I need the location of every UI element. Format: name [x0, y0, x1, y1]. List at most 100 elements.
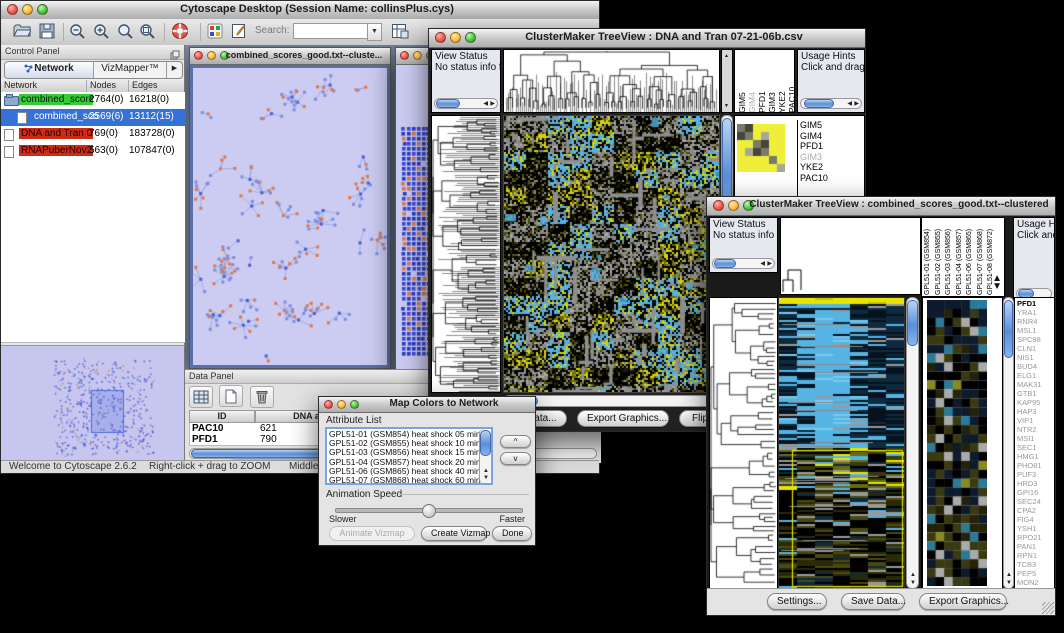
gene-label[interactable]: NTR2: [1017, 425, 1042, 434]
gene-label[interactable]: HMG1: [1017, 452, 1042, 461]
network-row[interactable]: DNA and Tran 07769(0)183728(0): [1, 126, 185, 143]
gene-label[interactable]: MSL1: [1017, 326, 1042, 335]
gene-label[interactable]: VIP1: [1017, 416, 1042, 425]
network-graph-canvas[interactable]: [193, 68, 387, 365]
heatmap-vscrollbar[interactable]: ▲▼: [906, 297, 919, 589]
gene-label[interactable]: GIM5: [800, 120, 865, 131]
network-row[interactable]: RNAPuberNov2+563(0)107847(0): [1, 143, 185, 160]
heatmap[interactable]: [503, 115, 720, 393]
gene-label[interactable]: PFD1: [1017, 299, 1042, 308]
gene-label[interactable]: PFD1: [800, 141, 865, 152]
gene-label[interactable]: YSH1: [1017, 524, 1042, 533]
zoom-button[interactable]: [350, 400, 359, 409]
gene-label[interactable]: ELG1: [1017, 371, 1042, 380]
gene-label[interactable]: PAC10: [800, 173, 865, 184]
gene-label[interactable]: PHO81: [1017, 461, 1042, 470]
tab-more[interactable]: ▶: [167, 62, 182, 78]
settings-button[interactable]: Settings...: [767, 593, 827, 610]
column-dendrogram[interactable]: [503, 49, 720, 113]
gene-label[interactable]: PUF3: [1017, 470, 1042, 479]
zoom-out-icon[interactable]: [69, 23, 86, 45]
gene-label[interactable]: BUD4: [1017, 362, 1042, 371]
gene-label[interactable]: SEC1: [1017, 443, 1042, 452]
create-vizmap-button[interactable]: Create Vizmap: [421, 526, 487, 541]
gene-label[interactable]: GTB1: [1017, 389, 1042, 398]
done-button[interactable]: Done: [492, 526, 532, 541]
tab-network[interactable]: Network: [5, 62, 94, 78]
animate-vizmap-button[interactable]: Animate Vizmap: [329, 526, 415, 541]
gene-list-scrollbar[interactable]: ▲▼: [1003, 297, 1014, 589]
close-button[interactable]: [194, 51, 203, 60]
column-dendrogram[interactable]: [780, 217, 921, 295]
attribute-listbox[interactable]: GPL51-01 (GSM854) heat shock 05 minGPL51…: [325, 427, 493, 485]
gene-label[interactable]: MON2: [1017, 578, 1042, 587]
usage-hints-scrollbar[interactable]: ◀▶: [800, 98, 862, 109]
view-status-scrollbar[interactable]: ◀▶: [712, 258, 775, 269]
minimize-button[interactable]: [413, 51, 422, 60]
search-input[interactable]: [293, 23, 371, 39]
gene-label[interactable]: YKE2: [800, 162, 865, 173]
gene-label[interactable]: MSI1: [1017, 434, 1042, 443]
zoom-fit-icon[interactable]: [117, 23, 134, 45]
data-table-header-id[interactable]: ID: [189, 410, 255, 423]
gene-label[interactable]: SPC98: [1017, 335, 1042, 344]
network-row[interactable]: combined_scores_2764(0)16218(0): [1, 92, 185, 109]
gene-label[interactable]: TCB3: [1017, 560, 1042, 569]
minimize-button[interactable]: [22, 4, 33, 15]
heatmap[interactable]: [778, 297, 905, 589]
open-folder-icon[interactable]: [13, 23, 31, 44]
attribute-grid-icon[interactable]: [189, 386, 213, 408]
gene-label[interactable]: CLN1: [1017, 344, 1042, 353]
dendrogram-spinner[interactable]: ▲ ▼: [721, 49, 733, 113]
gene-label[interactable]: HAP3: [1017, 407, 1042, 416]
save-icon[interactable]: [39, 23, 55, 44]
correlation-matrix[interactable]: [737, 124, 785, 172]
move-up-button[interactable]: ^: [500, 435, 531, 448]
tab-vizmapper[interactable]: VizMapper™: [94, 62, 167, 78]
gene-label[interactable]: PEP5: [1017, 569, 1042, 578]
help-icon[interactable]: [171, 22, 189, 45]
minimize-button[interactable]: [337, 400, 346, 409]
gene-label[interactable]: NIS1: [1017, 353, 1042, 362]
speed-slider[interactable]: [335, 508, 523, 513]
minimize-button[interactable]: [207, 51, 216, 60]
gene-label[interactable]: KAP95: [1017, 398, 1042, 407]
vizmapper-icon[interactable]: [207, 23, 224, 44]
minimize-button[interactable]: [450, 32, 461, 43]
map-colors-titlebar[interactable]: Map Colors to Network: [319, 397, 535, 413]
row-dendrogram[interactable]: [709, 297, 778, 589]
gene-label[interactable]: RPO21: [1017, 533, 1042, 542]
resize-grip[interactable]: [1042, 602, 1054, 614]
export-graphics-button[interactable]: Export Graphics...: [919, 593, 1007, 610]
attribute-list-scrollbar[interactable]: ▲▼: [479, 429, 491, 483]
treeview-dna-titlebar[interactable]: ClusterMaker TreeView : DNA and Tran 07-…: [429, 29, 865, 48]
export-graphics-button[interactable]: Export Graphics...: [577, 410, 669, 427]
minimize-button[interactable]: [728, 200, 739, 211]
close-button[interactable]: [324, 400, 333, 409]
zoom-selected-icon[interactable]: [139, 23, 156, 45]
network-row[interactable]: combined_sco2569(6)13112(15): [1, 109, 185, 126]
close-button[interactable]: [400, 51, 409, 60]
annotation-icon[interactable]: [231, 23, 248, 44]
close-button[interactable]: [7, 4, 18, 15]
attribute-item[interactable]: GPL51-07 (GSM868) heat shock 60 min: [329, 476, 477, 485]
close-button[interactable]: [713, 200, 724, 211]
close-button[interactable]: [435, 32, 446, 43]
gene-label[interactable]: GPI16: [1017, 488, 1042, 497]
slider-thumb[interactable]: [422, 504, 436, 518]
network-view-titlebar[interactable]: combined_scores_good.txt--cluste...: [190, 48, 390, 65]
gene-label[interactable]: SEC24: [1017, 497, 1042, 506]
move-down-button[interactable]: v: [500, 452, 531, 465]
zoom-in-icon[interactable]: [93, 23, 110, 45]
new-document-icon[interactable]: [219, 385, 243, 407]
gene-label[interactable]: YRA1: [1017, 308, 1042, 317]
gene-label[interactable]: RPN1: [1017, 551, 1042, 560]
birdseye-view[interactable]: [1, 345, 185, 460]
gene-label[interactable]: GIM4: [800, 131, 865, 142]
gene-label[interactable]: MAK31: [1017, 380, 1042, 389]
gene-label[interactable]: CPA2: [1017, 506, 1042, 515]
gene-label[interactable]: HRD3: [1017, 479, 1042, 488]
gene-label[interactable]: PAN1: [1017, 542, 1042, 551]
row-dendrogram[interactable]: [431, 115, 501, 393]
treeview-combined-titlebar[interactable]: ClusterMaker TreeView : combined_scores_…: [707, 197, 1055, 216]
